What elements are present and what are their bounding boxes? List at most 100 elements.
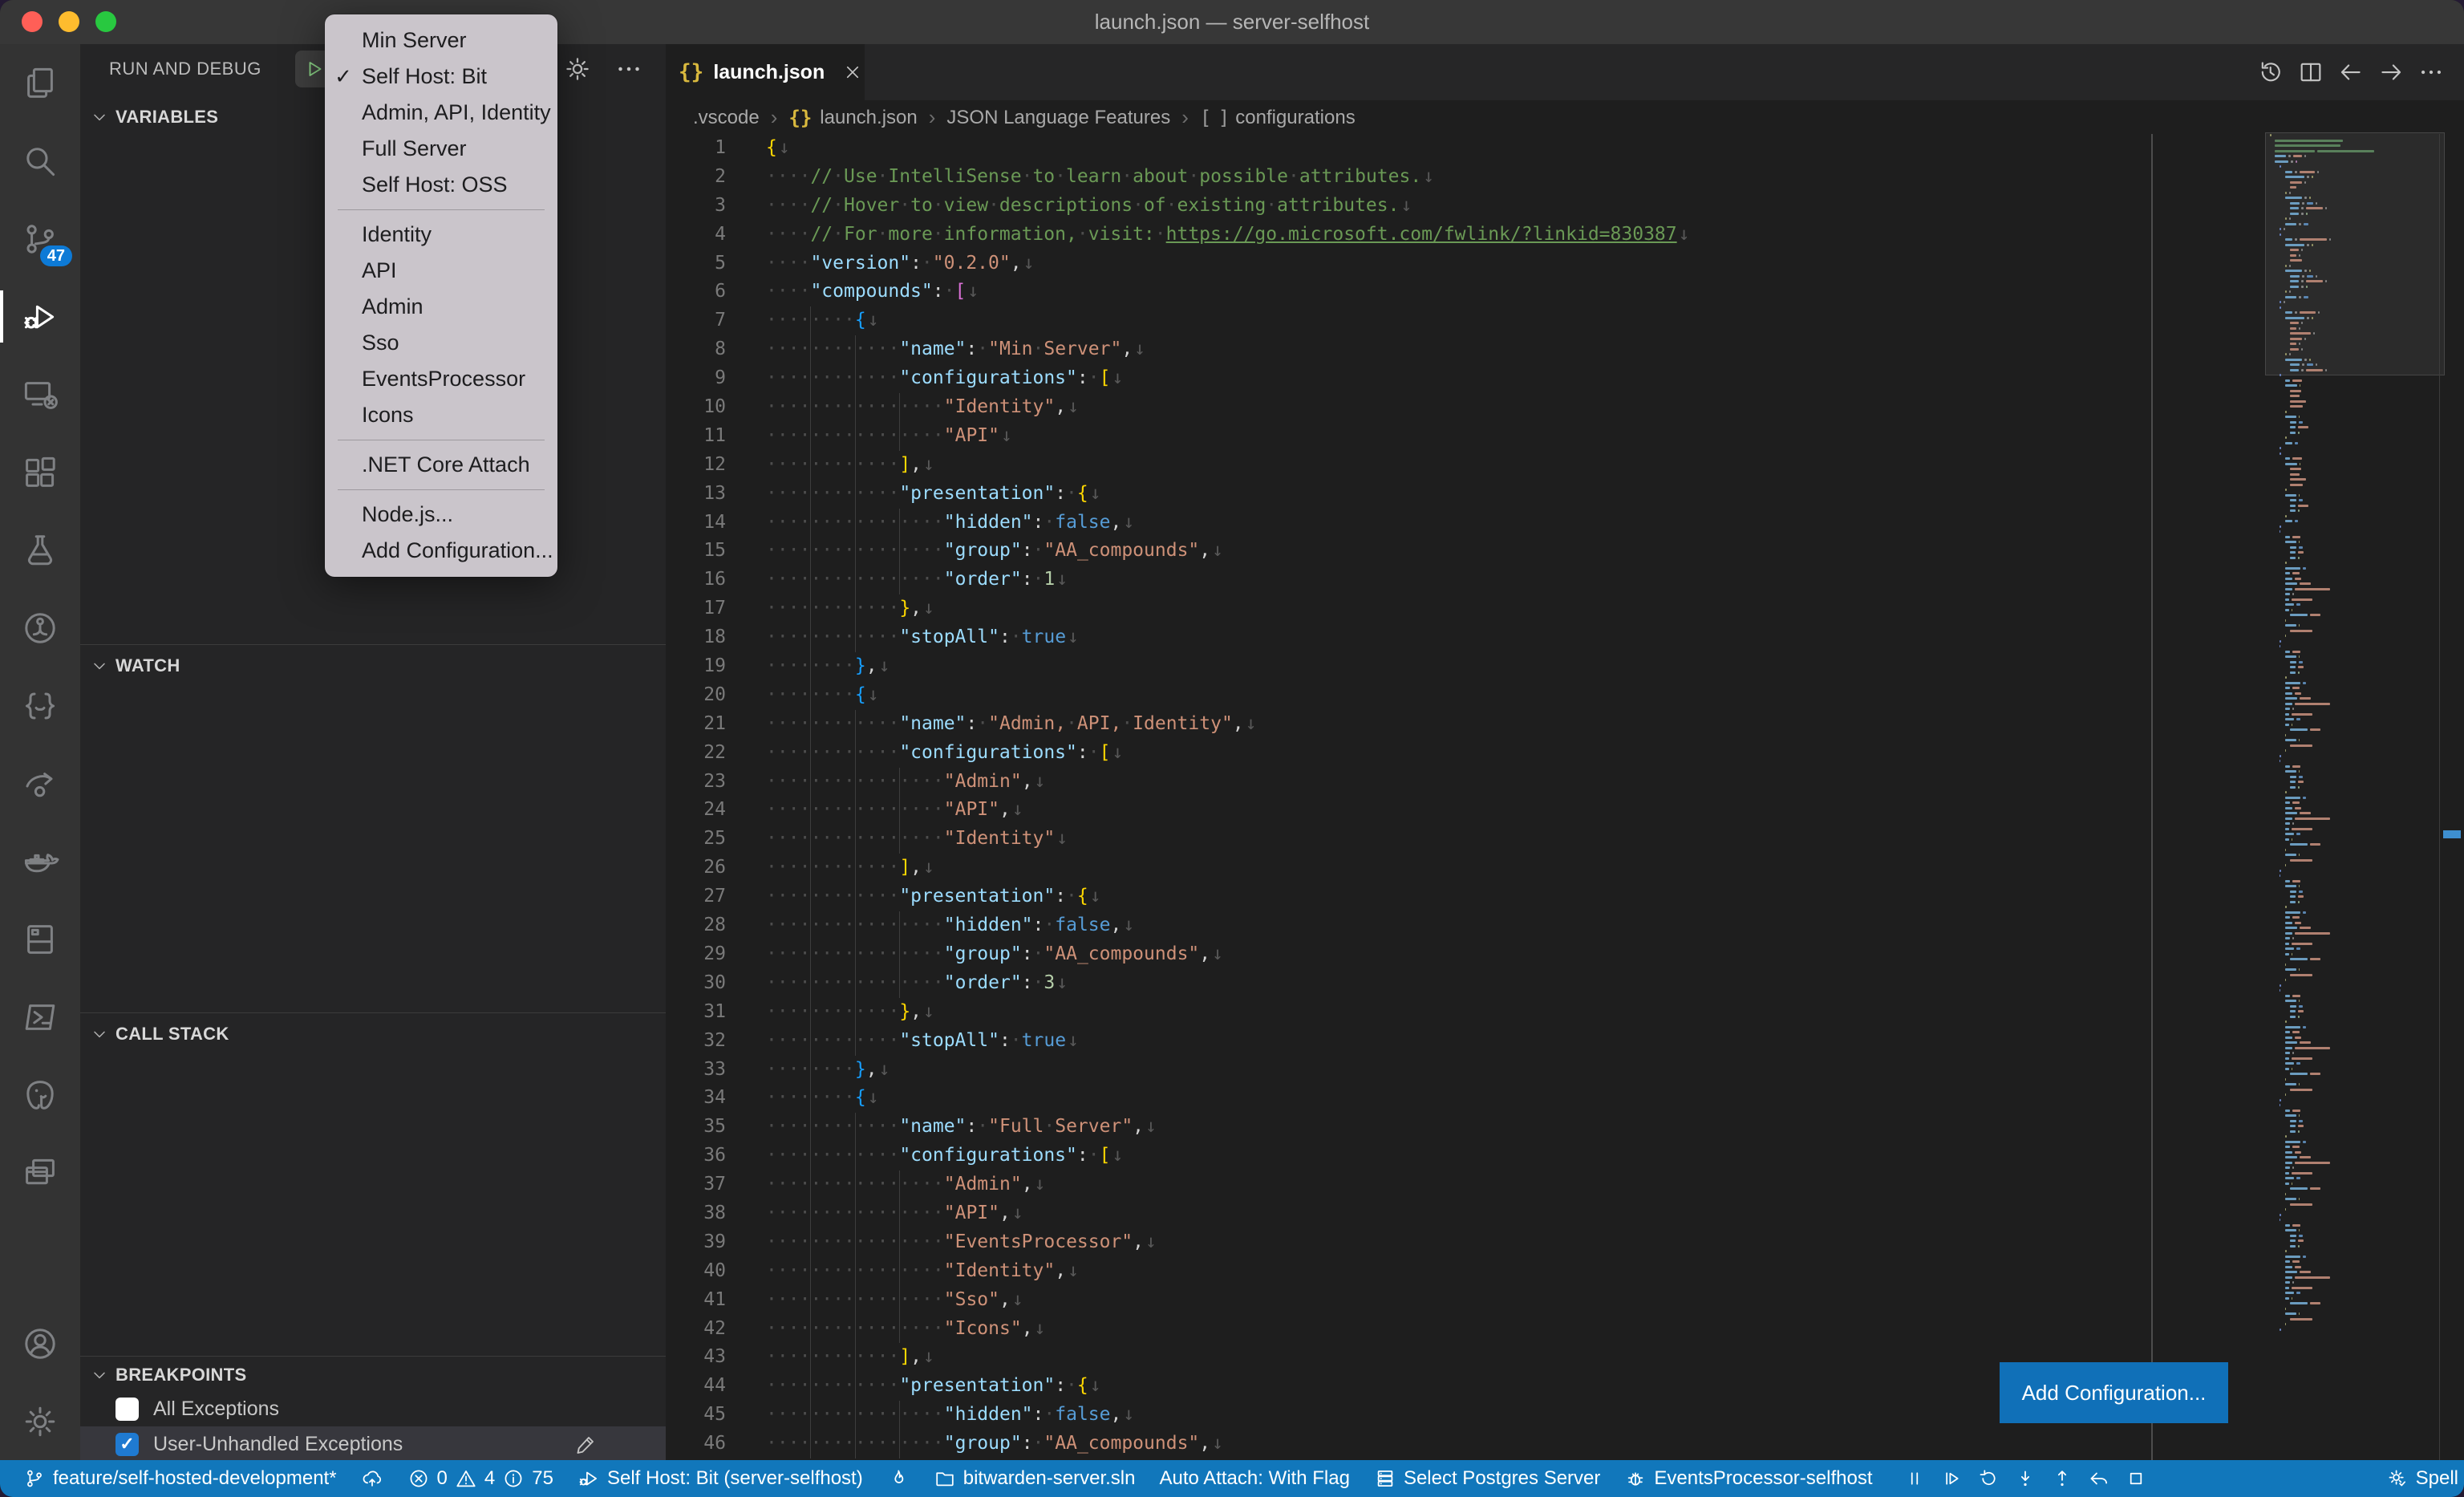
breadcrumb-item[interactable]: JSON Language Features (946, 107, 1170, 129)
code-line[interactable]: 3····//·Hover·to·view·descriptions·of·ex… (666, 192, 2464, 221)
menu-item[interactable]: EventsProcessor (325, 361, 557, 397)
section-breakpoints[interactable]: BREAKPOINTS (80, 1359, 666, 1391)
menu-item[interactable]: Full Server (325, 131, 557, 167)
breakpoint-user-unhandled-exceptions[interactable]: ✓ User-Unhandled Exceptions (80, 1426, 666, 1462)
ellipsis-icon[interactable] (2411, 59, 2451, 86)
code-line[interactable]: 15················"group":·"AA_compounds… (666, 537, 2464, 566)
code-line[interactable]: 1{↓ (666, 134, 2464, 163)
code-line[interactable]: 33········},↓ (666, 1056, 2464, 1085)
activity-gitlens[interactable] (0, 589, 80, 667)
code-line[interactable]: 17············},↓ (666, 594, 2464, 623)
activity-remote-explorer[interactable] (0, 355, 80, 433)
code-line[interactable]: 36············"configurations":·[↓ (666, 1142, 2464, 1170)
menu-item[interactable]: Self Host: OSS (325, 167, 557, 203)
minimap[interactable] (2270, 134, 2440, 1460)
code-line[interactable]: 18············"stopAll":·true↓ (666, 623, 2464, 652)
activity-postgresql[interactable] (0, 1056, 80, 1134)
code-line[interactable]: 31············},↓ (666, 998, 2464, 1027)
breadcrumb-item[interactable]: {}launch.json (788, 107, 917, 129)
code-line[interactable]: 11················"API"↓ (666, 422, 2464, 451)
code-line[interactable]: 14················"hidden":·false,↓ (666, 509, 2464, 538)
status-git-branch[interactable]: feature/self-hosted-development* (11, 1460, 349, 1497)
activity-brackets-extension[interactable] (0, 667, 80, 744)
code-line[interactable]: 38················"API",↓ (666, 1199, 2464, 1228)
code-line[interactable]: 20········{↓ (666, 681, 2464, 710)
code-line[interactable]: 32············"stopAll":·true↓ (666, 1027, 2464, 1056)
code-line[interactable]: 30················"order":·3↓ (666, 969, 2464, 998)
code-line[interactable]: 2····//·Use·IntelliSense·to·learn·about·… (666, 163, 2464, 192)
menu-item[interactable]: Node.js... (325, 497, 557, 533)
code-line[interactable]: 40················"Identity",↓ (666, 1257, 2464, 1286)
activity-window-layouts[interactable] (0, 1134, 80, 1211)
code-line[interactable]: 8············"name":·"Min·Server",↓ (666, 335, 2464, 364)
code-line[interactable]: 22············"configurations":·[↓ (666, 739, 2464, 768)
code-line[interactable]: 16················"order":·1↓ (666, 566, 2464, 594)
menu-item[interactable]: Icons (325, 397, 557, 433)
menu-item[interactable]: Min Server (325, 22, 557, 59)
status-postgres-server[interactable]: Select Postgres Server (1362, 1460, 1612, 1497)
code-line[interactable]: 46················"group":·"AA_compounds… (666, 1430, 2464, 1458)
code-line[interactable]: 24················"API",↓ (666, 796, 2464, 825)
code-line[interactable]: 4····//·For·more·information,·visit:·htt… (666, 221, 2464, 250)
code-line[interactable]: 10················"Identity",↓ (666, 393, 2464, 422)
arrow-left-icon[interactable] (2331, 59, 2371, 86)
add-configuration-button[interactable]: Add Configuration... (2000, 1362, 2228, 1423)
status-publish[interactable] (349, 1460, 395, 1497)
code-line[interactable]: 41················"Sso",↓ (666, 1286, 2464, 1315)
breadcrumb-item[interactable]: .vscode (693, 107, 760, 129)
activity-search[interactable] (0, 122, 80, 200)
arrow-right-icon[interactable] (2371, 59, 2411, 86)
activity-source-control[interactable]: 47 (0, 200, 80, 278)
code-line[interactable]: 27············"presentation":·{↓ (666, 882, 2464, 911)
tab-launch-json[interactable]: {} launch.json (666, 44, 865, 100)
section-call-stack[interactable]: CALL STACK (80, 1016, 666, 1053)
activity-live-share[interactable] (0, 744, 80, 822)
code-line[interactable]: 25················"Identity"↓ (666, 825, 2464, 854)
code-line[interactable]: 42················"Icons",↓ (666, 1315, 2464, 1344)
code-line[interactable]: 12············],↓ (666, 451, 2464, 480)
menu-item[interactable]: API (325, 253, 557, 289)
activity-explorer[interactable] (0, 44, 80, 122)
code-line[interactable]: 5····"version":·"0.2.0",↓ (666, 250, 2464, 278)
close-tab-button[interactable] (842, 62, 863, 83)
status-problems[interactable]: 0475 (395, 1460, 565, 1497)
checkbox-checked[interactable]: ✓ (116, 1433, 139, 1456)
menu-item[interactable]: .NET Core Attach (325, 447, 557, 483)
menu-item[interactable]: Add Configuration... (325, 533, 557, 569)
menu-item[interactable]: Sso (325, 325, 557, 361)
status-events-processor[interactable]: EventsProcessor-selfhost (1612, 1460, 1884, 1497)
status-auto-attach[interactable]: Auto Attach: With Flag (1147, 1460, 1361, 1497)
code-line[interactable]: 9············"configurations":·[↓ (666, 364, 2464, 393)
sidebar-more-actions-button[interactable] (614, 55, 643, 83)
status-debug-launch[interactable]: Self Host: Bit (server-selfhost) (565, 1460, 875, 1497)
debug-gear-button[interactable] (563, 55, 592, 83)
menu-item[interactable]: Identity (325, 217, 557, 253)
status-flame[interactable] (875, 1460, 922, 1497)
activity-accounts[interactable] (0, 1304, 80, 1382)
activity-run-and-debug[interactable] (0, 278, 80, 355)
section-watch[interactable]: WATCH (80, 647, 666, 684)
code-line[interactable]: 29················"group":·"AA_compounds… (666, 940, 2464, 969)
status-solution[interactable]: bitwarden-server.sln (922, 1460, 1148, 1497)
code-line[interactable]: 6····"compounds":·[↓ (666, 278, 2464, 306)
code-line[interactable]: 21············"name":·"Admin,·API,·Ident… (666, 710, 2464, 739)
code-line[interactable]: 28················"hidden":·false,↓ (666, 911, 2464, 940)
code-line[interactable]: 13············"presentation":·{↓ (666, 480, 2464, 509)
code-editor[interactable]: 1{↓2····//·Use·IntelliSense·to·learn·abo… (666, 134, 2464, 1460)
activity-docker[interactable] (0, 822, 80, 900)
code-line[interactable]: 23················"Admin",↓ (666, 768, 2464, 797)
status-debug-controls[interactable] (1884, 1460, 2166, 1497)
history-icon[interactable] (2251, 59, 2291, 86)
activity-sql-tools[interactable] (0, 900, 80, 978)
edit-breakpoint-button[interactable] (574, 1432, 598, 1456)
activity-settings[interactable] (0, 1382, 80, 1460)
scrollbar[interactable] (2439, 134, 2464, 1460)
activity-powershell[interactable] (0, 978, 80, 1056)
code-line[interactable]: 35············"name":·"Full·Server",↓ (666, 1113, 2464, 1142)
menu-item[interactable]: Admin, API, Identity (325, 95, 557, 131)
activity-testing[interactable] (0, 511, 80, 589)
code-line[interactable]: 19········},↓ (666, 652, 2464, 681)
code-line[interactable]: 39················"EventsProcessor",↓ (666, 1228, 2464, 1257)
checkbox-unchecked[interactable] (116, 1398, 139, 1421)
code-line[interactable]: 34········{↓ (666, 1084, 2464, 1113)
